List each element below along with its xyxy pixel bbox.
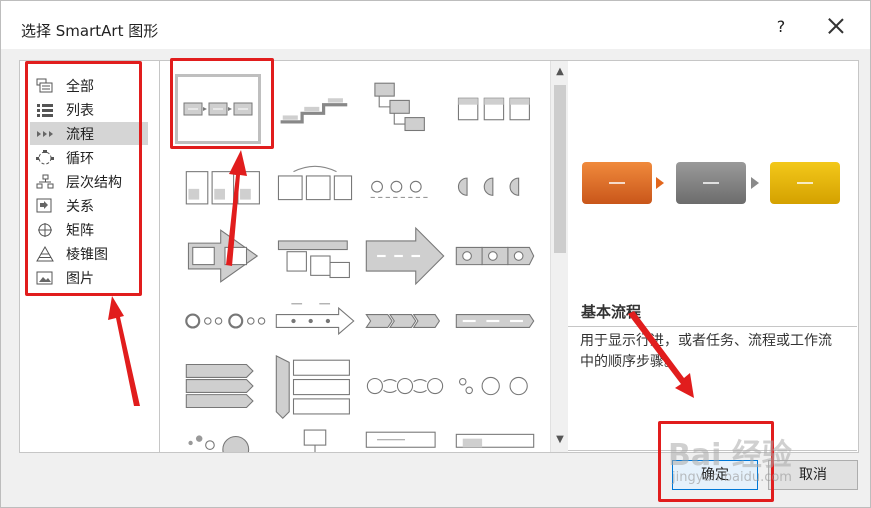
layout-timeline[interactable] (272, 286, 358, 356)
process-icon (37, 130, 53, 137)
layout-gear-process[interactable] (362, 351, 448, 421)
category-label: 关系 (66, 198, 94, 215)
preview-name: 基本流程 (581, 303, 642, 321)
relationship-icon (36, 198, 52, 212)
layout-bubble-process[interactable] (182, 423, 268, 452)
layout-picture-accent-process[interactable] (182, 156, 268, 226)
layout-chevron-process[interactable] (362, 286, 448, 356)
layout-bracket-process[interactable] (362, 423, 448, 452)
layout-vertical-chevron-list[interactable] (182, 351, 268, 421)
layout-circular-process[interactable] (182, 286, 268, 356)
preview-pane: 基本流程 用于显示行进，或者任务、流程或工作流中的顺序步骤。 (568, 61, 858, 452)
title-bar: 选择 SmartArt 图形 ? (1, 1, 870, 49)
category-item-relationship[interactable]: 关系 (30, 194, 148, 217)
layout-hierarchy-process[interactable] (272, 423, 358, 452)
category-item-cycle[interactable]: 循环 (30, 146, 148, 169)
category-item-hierarchy[interactable]: 层次结构 (30, 170, 148, 193)
smartart-dialog: 选择 SmartArt 图形 ? 全部 列表 流程 循环 层次结构 关系 矩阵 … (0, 0, 871, 508)
cancel-button[interactable]: 取消 (768, 460, 858, 490)
layout-vertical-arrow-list[interactable] (272, 351, 358, 421)
close-button[interactable] (823, 13, 849, 39)
preview-graphic (582, 162, 840, 204)
hierarchy-icon (36, 174, 54, 188)
pyramid-icon (36, 245, 54, 261)
scroll-down-icon[interactable]: ▼ (553, 433, 567, 447)
layout-basic-process[interactable] (175, 74, 261, 144)
layout-segmented-bar[interactable] (452, 286, 538, 356)
preview-arrow (751, 177, 759, 189)
picture-icon (36, 271, 53, 284)
layout-upward-arrow[interactable] (272, 221, 358, 291)
category-item-process[interactable]: 流程 (30, 122, 148, 145)
layout-circle-arrow-process[interactable] (452, 221, 538, 291)
category-label: 全部 (66, 78, 94, 95)
category-item-all[interactable]: 全部 (30, 74, 148, 97)
scroll-thumb[interactable] (554, 85, 566, 253)
layout-gallery (160, 61, 549, 452)
layout-alternating-flow[interactable] (272, 156, 358, 226)
category-label: 列表 (66, 102, 94, 119)
layout-arrow-process[interactable] (362, 221, 448, 291)
preview-arrow (656, 177, 664, 189)
category-pane: 全部 列表 流程 循环 层次结构 关系 矩阵 棱锥图 图片 (20, 61, 160, 452)
layout-step-down-process[interactable] (362, 74, 448, 144)
layout-half-circle-process[interactable] (452, 156, 538, 226)
category-label: 流程 (66, 126, 94, 143)
category-label: 图片 (66, 270, 94, 287)
help-button[interactable]: ? (771, 17, 791, 36)
preview-description: 用于显示行进，或者任务、流程或工作流中的顺序步骤。 (568, 326, 857, 451)
scroll-up-icon[interactable]: ▲ (553, 65, 567, 79)
layout-cycle-process[interactable] (452, 351, 538, 421)
layout-step-up-process[interactable] (272, 74, 358, 144)
layout-process-arrows[interactable] (182, 221, 268, 291)
dialog-title: 选择 SmartArt 图形 (21, 22, 159, 40)
layout-staggered-process[interactable] (452, 423, 538, 452)
gallery-scrollbar[interactable]: ▲ ▼ (550, 61, 568, 452)
ok-button[interactable]: 确定 (672, 460, 758, 490)
matrix-icon (38, 222, 52, 237)
main-area: 全部 列表 流程 循环 层次结构 关系 矩阵 棱锥图 图片 ▲ ▼ 基本流程 用… (19, 60, 859, 453)
list-icon (37, 103, 53, 117)
category-item-picture[interactable]: 图片 (30, 266, 148, 289)
category-item-list[interactable]: 列表 (30, 98, 148, 121)
category-label: 循环 (66, 150, 94, 167)
category-label: 层次结构 (66, 174, 122, 191)
category-item-matrix[interactable]: 矩阵 (30, 218, 148, 241)
layout-continuous-block-process[interactable] (362, 156, 448, 226)
category-item-pyramid[interactable]: 棱锥图 (30, 242, 148, 265)
category-label: 棱锥图 (66, 246, 108, 263)
category-label: 矩阵 (66, 222, 94, 239)
layout-accent-process[interactable] (452, 74, 538, 144)
all-icon (36, 78, 53, 92)
cycle-icon (36, 149, 54, 164)
